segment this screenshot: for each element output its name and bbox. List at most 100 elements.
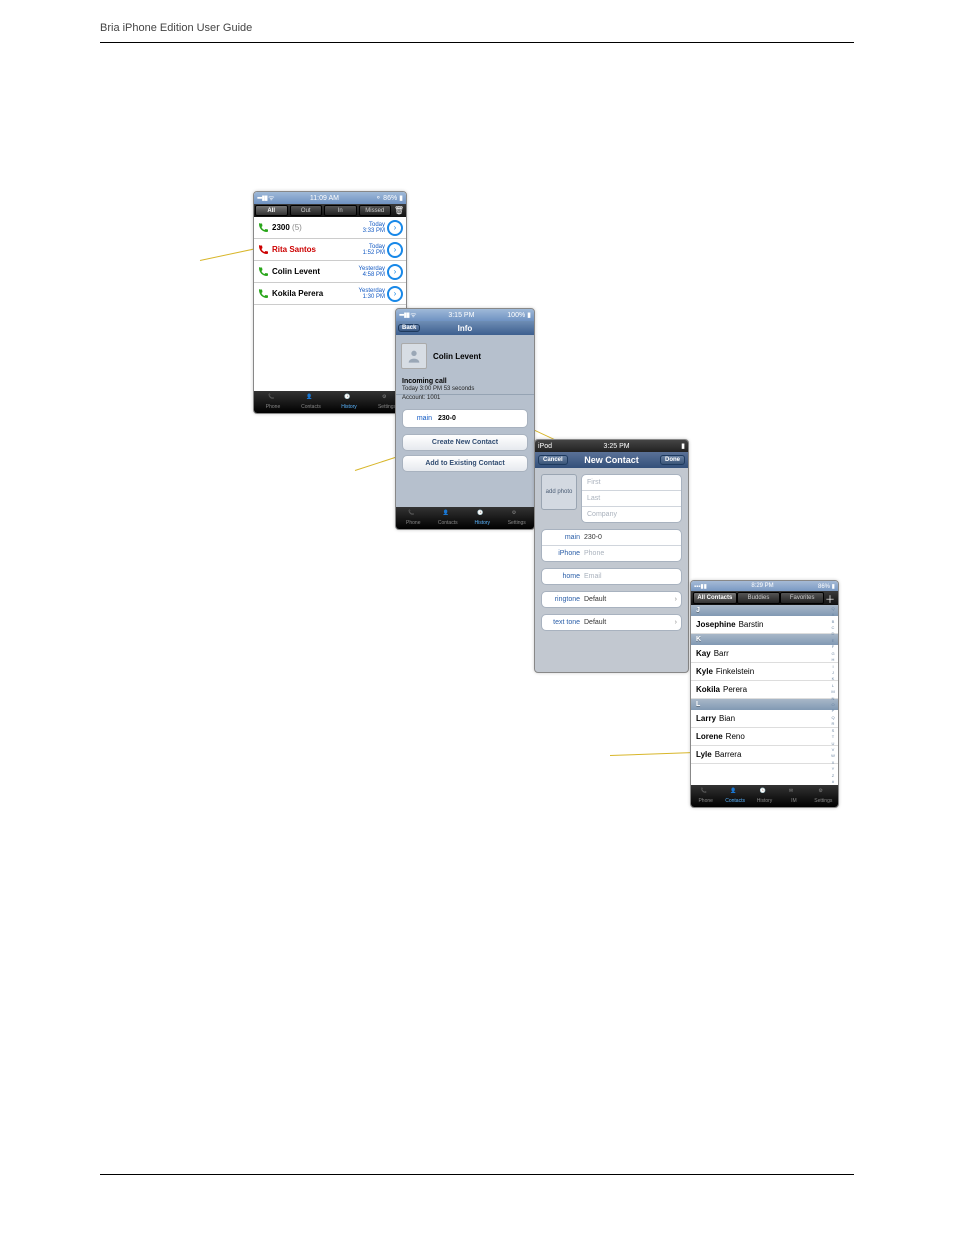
index-letter[interactable]: U xyxy=(832,741,835,746)
tab-contacts[interactable]: 👤Contacts xyxy=(720,785,749,807)
index-letter[interactable]: G xyxy=(831,651,834,656)
seg-all-contacts[interactable]: All Contacts xyxy=(693,592,737,604)
phone-label: main xyxy=(408,415,432,422)
tab-settings[interactable]: ⚙Settings xyxy=(809,785,838,807)
index-letter[interactable]: Q xyxy=(831,715,834,720)
index-letter[interactable]: D xyxy=(832,631,835,636)
contact-last: Barrera xyxy=(715,750,742,759)
index-letter[interactable]: O xyxy=(831,702,834,707)
index-letter[interactable]: L xyxy=(832,683,834,688)
seg-favorites[interactable]: Favorites xyxy=(780,592,824,604)
battery-icon: 86% ▮ xyxy=(818,583,835,590)
index-letter[interactable]: I xyxy=(832,664,833,669)
detail-disclosure-icon[interactable]: › xyxy=(387,286,403,302)
index-letter[interactable]: A xyxy=(832,612,835,617)
tab-phone[interactable]: 📞Phone xyxy=(691,785,720,807)
tab-contacts[interactable]: 👤Contacts xyxy=(292,391,330,413)
contact-row[interactable]: Kyle Finkelstein xyxy=(691,663,838,681)
texttone-row[interactable]: text tone Default › xyxy=(542,615,681,630)
index-letter[interactable]: R xyxy=(832,721,835,726)
header-rule xyxy=(100,42,854,43)
contact-first: Lyle xyxy=(696,750,712,759)
status-bar: iPod 3:25 PM ▮ xyxy=(535,440,688,452)
first-name-field[interactable]: First xyxy=(582,475,681,491)
index-letter[interactable]: F xyxy=(832,644,834,649)
index-letter[interactable]: T xyxy=(832,734,834,739)
tab-contacts[interactable]: 👤Contacts xyxy=(431,507,466,529)
seg-buddies[interactable]: Buddies xyxy=(737,592,781,604)
phone-value: 230-0 xyxy=(584,534,677,541)
call-time-line: Today 3:00 PM 53 seconds xyxy=(396,386,534,395)
company-field[interactable]: Company xyxy=(582,507,681,522)
index-letter[interactable]: Q xyxy=(831,606,834,611)
contact-row[interactable]: Kokila Perera xyxy=(691,681,838,699)
index-letter[interactable]: Z xyxy=(832,773,834,778)
nav-title: New Contact xyxy=(584,455,639,465)
index-letter[interactable]: N xyxy=(832,696,835,701)
add-to-existing-contact-button[interactable]: Add to Existing Contact xyxy=(402,455,528,472)
phone-placeholder: Phone xyxy=(584,550,677,557)
add-photo-button[interactable]: add photo xyxy=(541,474,577,510)
create-new-contact-button[interactable]: Create New Contact xyxy=(402,434,528,451)
detail-disclosure-icon[interactable]: › xyxy=(387,264,403,280)
ringtone-value: Default xyxy=(584,596,675,603)
done-button[interactable]: Done xyxy=(660,455,685,465)
index-letter[interactable]: # xyxy=(832,779,834,784)
contact-row[interactable]: Josephine Barstin xyxy=(691,616,838,634)
history-name: 2300 (5) xyxy=(272,223,363,232)
tab-phone[interactable]: 📞Phone xyxy=(396,507,431,529)
alpha-index[interactable]: QABCDEFGHIJKLMNOPQRSTUVWXYZ# xyxy=(829,605,837,785)
contact-first: Lorene xyxy=(696,732,723,741)
tab-settings[interactable]: ⚙Settings xyxy=(500,507,535,529)
tab-phone[interactable]: 📞Phone xyxy=(254,391,292,413)
signal-icon: ▪▪▪▮▮ xyxy=(694,583,707,590)
history-row[interactable]: Colin Levent Yesterday4:58 PM› xyxy=(254,261,406,283)
back-button[interactable]: Back xyxy=(398,324,420,332)
phone-number-cell[interactable]: main 230-0 xyxy=(402,409,528,428)
last-name-field[interactable]: Last xyxy=(582,491,681,507)
index-letter[interactable]: K xyxy=(832,676,835,681)
clear-history-button[interactable]: 🗑 xyxy=(392,204,406,217)
history-row[interactable]: Kokila Perera Yesterday1:30 PM› xyxy=(254,283,406,305)
add-contact-button[interactable]: ＋ xyxy=(824,591,836,606)
filter-in[interactable]: In xyxy=(324,205,357,216)
index-letter[interactable]: W xyxy=(831,753,835,758)
call-account-line: Account: 1001 xyxy=(396,395,534,403)
index-letter[interactable]: H xyxy=(832,657,835,662)
index-letter[interactable]: V xyxy=(832,747,835,752)
filter-all[interactable]: All xyxy=(255,205,288,216)
index-letter[interactable]: B xyxy=(832,619,835,624)
contact-row[interactable]: Kay Barr xyxy=(691,645,838,663)
texttone-label: text tone xyxy=(546,619,580,626)
history-row[interactable]: 2300 (5)Today3:33 PM› xyxy=(254,217,406,239)
history-row[interactable]: Rita Santos Today1:52 PM› xyxy=(254,239,406,261)
index-letter[interactable]: S xyxy=(832,728,835,733)
index-letter[interactable]: M xyxy=(831,689,834,694)
contact-row[interactable]: Lorene Reno xyxy=(691,728,838,746)
filter-missed[interactable]: Missed xyxy=(359,205,392,216)
contact-row[interactable]: Larry Bian xyxy=(691,710,838,728)
phone-kind-label: main xyxy=(546,534,580,541)
tab-history[interactable]: 🕓History xyxy=(465,507,500,529)
index-letter[interactable]: P xyxy=(832,708,835,713)
detail-disclosure-icon[interactable]: › xyxy=(387,220,403,236)
index-letter[interactable]: J xyxy=(832,670,834,675)
index-letter[interactable]: E xyxy=(832,638,835,643)
tab-im[interactable]: ✉IM xyxy=(779,785,808,807)
index-letter[interactable]: X xyxy=(832,760,835,765)
phone-row-main[interactable]: － main 230-0 xyxy=(542,530,681,546)
tab-history[interactable]: 🕓History xyxy=(750,785,779,807)
contact-row[interactable]: Lyle Barrera xyxy=(691,746,838,764)
tab-history[interactable]: 🕓History xyxy=(330,391,368,413)
phone-kind-label: iPhone xyxy=(546,550,580,557)
email-row-add[interactable]: home Email xyxy=(542,569,681,584)
history-time: Today3:33 PM xyxy=(363,222,385,234)
cancel-button[interactable]: Cancel xyxy=(538,455,568,465)
index-letter[interactable]: Y xyxy=(832,766,835,771)
contacts-segment: All Contacts Buddies Favorites ＋ xyxy=(691,591,838,605)
phone-row-add[interactable]: iPhone Phone xyxy=(542,546,681,561)
index-letter[interactable]: C xyxy=(832,625,835,630)
detail-disclosure-icon[interactable]: › xyxy=(387,242,403,258)
filter-out[interactable]: Out xyxy=(290,205,323,216)
ringtone-row[interactable]: ringtone Default › xyxy=(542,592,681,607)
